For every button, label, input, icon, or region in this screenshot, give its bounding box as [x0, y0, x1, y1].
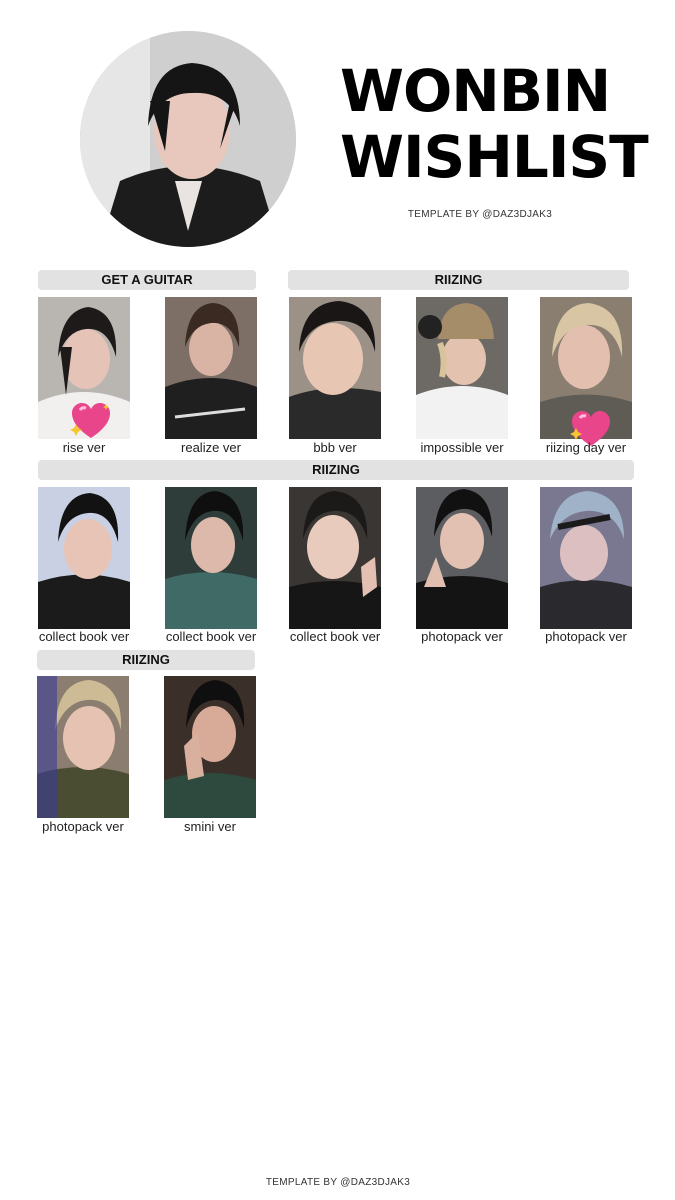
- card-caption: riizing day ver: [545, 440, 627, 455]
- card-caption: collect book ver: [38, 629, 130, 644]
- card-caption: photopack ver: [545, 629, 627, 644]
- photocard-collect-book-1[interactable]: [38, 487, 130, 629]
- profile-photo: [80, 31, 296, 247]
- card-caption: realize ver: [181, 440, 241, 455]
- sparkle-heart-icon: [70, 402, 112, 440]
- card-caption: smini ver: [183, 819, 236, 834]
- card-caption: collect book ver: [165, 629, 257, 644]
- photocard-collect-book-3[interactable]: [289, 487, 381, 629]
- section-riizing-1: RIIZING: [288, 270, 629, 290]
- page-title: WONBIN WISHLIST: [340, 57, 649, 191]
- photocard-photopack-3[interactable]: [37, 676, 129, 818]
- card-caption: collect book ver: [289, 629, 381, 644]
- photocard-photopack-1[interactable]: [416, 487, 508, 629]
- section-riizing-2: RIIZING: [38, 460, 634, 480]
- photocard-collect-book-2[interactable]: [165, 487, 257, 629]
- photocard-bbb[interactable]: [289, 297, 381, 439]
- footer-credit: TEMPLATE BY @DAZ3DJAK3: [265, 1177, 411, 1188]
- section-get-a-guitar: GET A GUITAR: [38, 270, 256, 290]
- photocard-photopack-2[interactable]: [540, 487, 632, 629]
- section-riizing-3: RIIZING: [37, 650, 255, 670]
- title-line-2: WISHLIST: [340, 123, 649, 191]
- card-caption: bbb ver: [313, 440, 357, 455]
- card-caption: impossible ver: [420, 440, 504, 455]
- photocard-realize[interactable]: [165, 297, 257, 439]
- card-caption: photopack ver: [42, 819, 124, 834]
- photocard-smini[interactable]: [164, 676, 256, 818]
- card-caption: rise ver: [62, 440, 106, 455]
- card-caption: photopack ver: [421, 629, 503, 644]
- template-credit: TEMPLATE BY @DAZ3DJAK3: [407, 209, 553, 220]
- title-line-1: WONBIN: [340, 57, 611, 125]
- photocard-impossible[interactable]: [416, 297, 508, 439]
